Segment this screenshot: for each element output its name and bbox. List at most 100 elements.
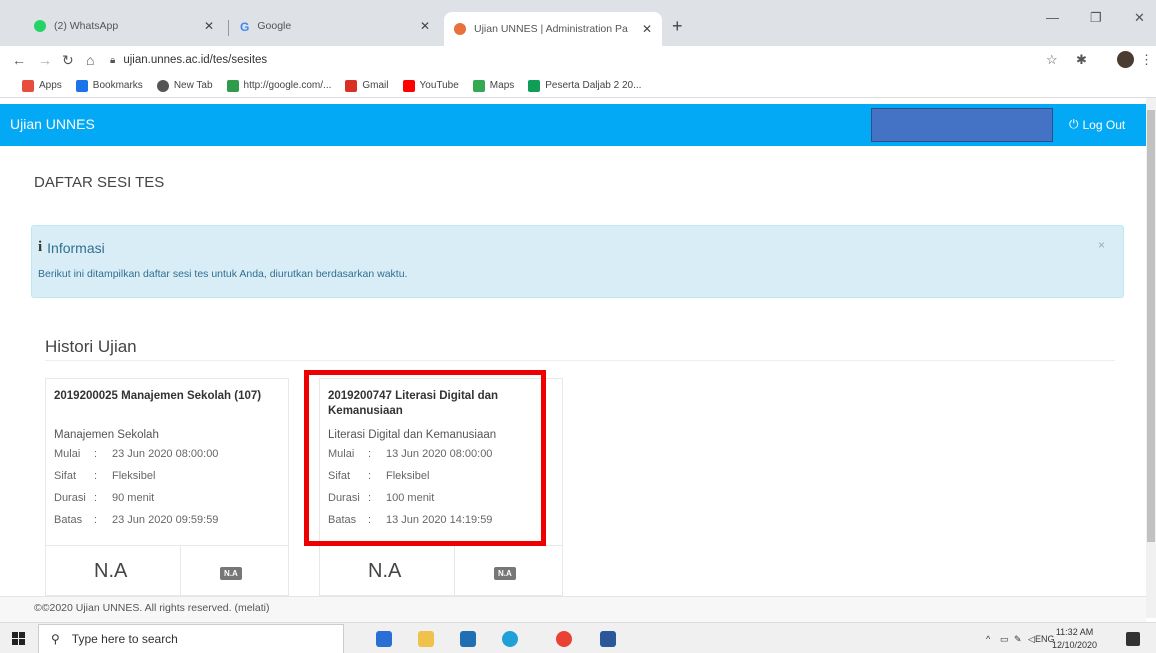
whatsapp-icon xyxy=(34,20,46,32)
power-icon: ⏻ xyxy=(1069,117,1079,131)
volume-icon[interactable]: ◁ xyxy=(1028,634,1035,645)
mail-icon[interactable] xyxy=(460,631,476,647)
bookmark-apps[interactable]: Apps xyxy=(22,79,62,92)
page-scrollbar[interactable] xyxy=(1146,98,1156,618)
redacted-user-box xyxy=(871,108,1053,142)
tab-label: Ujian UNNES | Administration Pa xyxy=(474,23,628,35)
lock-icon: 🔒︎ xyxy=(110,54,116,66)
bookmark-label: Gmail xyxy=(362,80,389,91)
forward-arrow-icon[interactable]: → xyxy=(38,52,52,68)
exam-card: 2019200025 Manajemen Sekolah (107) Manaj… xyxy=(45,378,289,598)
page-title: DAFTAR SESI TES xyxy=(34,174,165,191)
reload-icon[interactable]: ↻ xyxy=(62,52,74,69)
alert-heading: Informasi xyxy=(47,239,105,256)
exam-row-sifat: Sifat: Fleksibel xyxy=(54,470,156,482)
bookmark-label: Peserta Daljab 2 20... xyxy=(545,80,642,91)
close-tab-icon[interactable]: ✕ xyxy=(204,19,214,33)
bookmark-youtube[interactable]: YouTube xyxy=(402,79,459,92)
search-icon: ⚲ xyxy=(51,632,60,646)
bookmark-label: YouTube xyxy=(419,80,459,91)
clock-time: 11:32 AM xyxy=(1055,627,1094,637)
home-icon[interactable]: ⌂ xyxy=(86,52,94,68)
new-tab-button[interactable]: + xyxy=(672,16,683,37)
exam-subject: Manajemen Sekolah xyxy=(54,429,159,441)
bookmark-gmail[interactable]: Gmail xyxy=(345,79,389,92)
edge-icon[interactable] xyxy=(502,631,518,647)
exam-card-footer: N.A N.A xyxy=(320,545,562,598)
exam-title: 2019200025 Manajemen Sekolah (107) xyxy=(54,390,262,402)
tab-ujian-unnes[interactable]: Ujian UNNES | Administration Pa ✕ xyxy=(444,12,662,46)
extensions-icon[interactable]: ✱ xyxy=(1076,52,1087,68)
star-icon xyxy=(75,79,88,92)
tab-whatsapp[interactable]: (2) WhatsApp ✕ xyxy=(24,12,224,40)
tray-chevron-icon[interactable]: ^ xyxy=(986,634,990,644)
exam-row-durasi: Durasi:90 menit xyxy=(54,492,155,504)
taskbar-search-input[interactable]: ⚲ Type here to search xyxy=(38,624,344,653)
search-placeholder: Type here to search xyxy=(71,632,178,646)
divider xyxy=(45,360,1115,361)
bookmark-google[interactable]: http://google.com/... xyxy=(226,79,332,92)
menu-icon[interactable]: ⋮ xyxy=(1140,52,1153,68)
exam-row-mulai: Mulai:23 Jun 2020 08:00:00 xyxy=(54,448,219,460)
alert-close-button[interactable]: × xyxy=(1098,238,1105,252)
status-badge: N.A xyxy=(220,567,242,580)
exam-row-batas: Batas:23 Jun 2020 09:59:59 xyxy=(54,514,219,526)
maps-icon xyxy=(472,79,485,92)
info-icon: i xyxy=(38,239,43,255)
sheets-icon xyxy=(528,79,541,92)
back-arrow-icon[interactable]: ← xyxy=(12,52,26,68)
app-header: Ujian UNNES ⏻ Log Out xyxy=(0,104,1146,146)
exam-score: N.A xyxy=(94,560,128,582)
apps-grid-icon xyxy=(22,79,34,92)
bookmark-peserta[interactable]: Peserta Daljab 2 20... xyxy=(528,79,642,92)
exam-card-footer: N.A N.A xyxy=(46,545,288,598)
bookmark-label: http://google.com/... xyxy=(243,80,332,91)
maximize-icon[interactable]: ❐ xyxy=(1090,10,1102,26)
info-alert: i Informasi Berikut ini ditampilkan daft… xyxy=(31,225,1124,298)
section-title: Histori Ujian xyxy=(45,337,137,356)
close-window-icon[interactable]: ✕ xyxy=(1134,10,1145,26)
tab-label: Google xyxy=(257,20,292,32)
bookmarks-bar: Apps Bookmarks New Tab http://google.com… xyxy=(0,74,1156,98)
browser-tab-strip: (2) WhatsApp ✕ G Google ✕ Ujian UNNES | … xyxy=(0,0,1156,46)
notification-icon[interactable] xyxy=(1126,632,1140,646)
profile-avatar[interactable] xyxy=(1117,51,1134,68)
bookmark-label: New Tab xyxy=(173,80,213,91)
alert-message: Berikut ini ditampilkan daftar sesi tes … xyxy=(38,268,408,280)
close-tab-icon[interactable]: ✕ xyxy=(420,19,430,33)
star-icon[interactable]: ☆ xyxy=(1046,52,1058,68)
bookmark-new-tab[interactable]: New Tab xyxy=(156,79,213,92)
globe-icon xyxy=(156,79,169,92)
scrollbar-thumb[interactable] xyxy=(1147,110,1155,542)
logout-label: Log Out xyxy=(1082,117,1126,132)
chrome-icon[interactable] xyxy=(556,631,572,647)
app-brand[interactable]: Ujian UNNES xyxy=(10,116,95,132)
url-field[interactable]: 🔒︎ ujian.unnes.ac.id/tes/sesites xyxy=(110,49,1010,71)
tab-google[interactable]: G Google ✕ xyxy=(230,12,440,40)
gmail-icon xyxy=(345,79,358,92)
bookmark-label: Apps xyxy=(39,80,62,91)
close-tab-icon[interactable]: ✕ xyxy=(642,22,652,36)
bookmark-maps[interactable]: Maps xyxy=(472,79,515,92)
logout-button[interactable]: ⏻ Log Out xyxy=(1069,117,1125,132)
bookmark-label: Maps xyxy=(489,80,515,91)
taskbar: ⚲ Type here to search ^ ▭ ✎ ◁ ENG 11:32 … xyxy=(0,622,1156,653)
task-view-icon[interactable] xyxy=(376,631,392,647)
minimize-icon[interactable]: — xyxy=(1046,10,1059,25)
browser-icon xyxy=(454,23,466,35)
battery-icon[interactable]: ▭ xyxy=(1000,634,1009,645)
bookmark-label: Bookmarks xyxy=(92,80,143,91)
highlight-box xyxy=(304,370,546,546)
youtube-icon xyxy=(402,79,415,92)
word-icon[interactable] xyxy=(600,631,616,647)
bookmark-bookmarks[interactable]: Bookmarks xyxy=(75,79,143,92)
pen-icon[interactable]: ✎ xyxy=(1014,634,1022,645)
url-text: ujian.unnes.ac.id/tes/sesites xyxy=(123,54,268,66)
taskbar-clock[interactable]: 11:32 AM 12/10/2020 xyxy=(1052,626,1097,652)
status-badge: N.A xyxy=(494,567,516,580)
address-bar: ← → ↻ ⌂ 🔒︎ ujian.unnes.ac.id/tes/sesites… xyxy=(0,46,1156,74)
file-explorer-icon[interactable] xyxy=(418,631,434,647)
google-icon: G xyxy=(240,20,250,34)
exam-score: N.A xyxy=(368,560,402,582)
windows-start-icon[interactable] xyxy=(12,632,25,645)
